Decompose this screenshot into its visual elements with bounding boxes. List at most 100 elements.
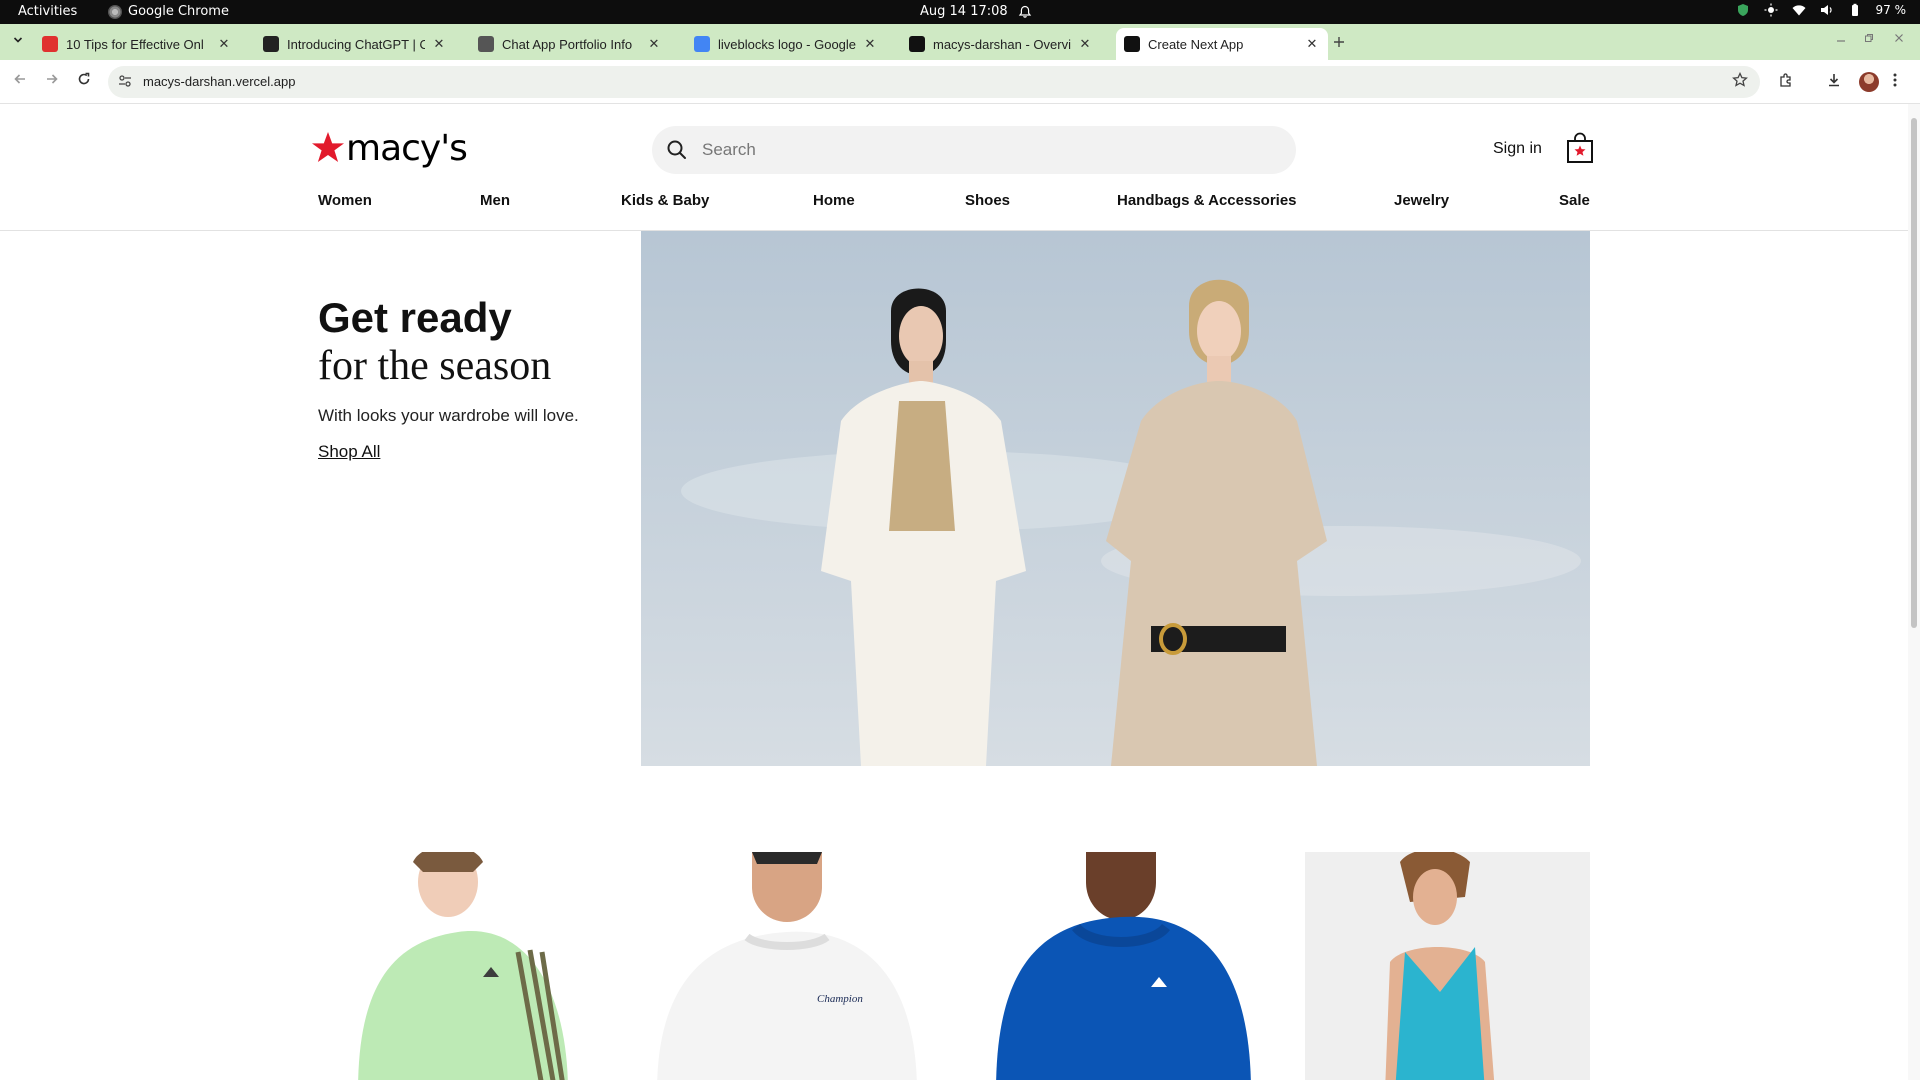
tab-chat-app-portfolio[interactable]: Chat App Portfolio Info ✕: [470, 28, 670, 60]
activities-button[interactable]: Activities: [18, 4, 77, 19]
page-scrollbar[interactable]: [1908, 104, 1920, 1080]
clock[interactable]: Aug 14 17:08: [920, 4, 1032, 19]
search-input[interactable]: [702, 138, 1262, 162]
battery-percent: 97 %: [1875, 3, 1907, 17]
browser-toolbar: macys-darshan.vercel.app: [0, 60, 1920, 104]
site-info-icon[interactable]: [118, 74, 132, 91]
arrow-left-icon: [14, 74, 25, 84]
tab-liveblocks-logo[interactable]: liveblocks logo - Google ✕: [686, 28, 886, 60]
tab-favicon-icon: [42, 36, 58, 52]
nav-jewelry[interactable]: Jewelry: [1394, 192, 1449, 209]
arrow-right-icon: [47, 74, 58, 84]
nav-shoes[interactable]: Shoes: [965, 192, 1010, 209]
plus-icon: [1334, 37, 1344, 47]
tab-favicon-icon: [263, 36, 279, 52]
green-hoodie-image: [358, 852, 568, 1080]
nav-home[interactable]: Home: [813, 192, 855, 209]
tab-create-next-app[interactable]: Create Next App ✕: [1116, 28, 1328, 60]
restore-button[interactable]: [1864, 32, 1874, 46]
battery-icon: [1851, 3, 1858, 16]
product-grid: Champion: [318, 852, 1590, 1080]
wifi-icon: [1792, 5, 1805, 16]
nav-men[interactable]: Men: [480, 192, 510, 209]
tab-title: liveblocks logo - Google: [718, 36, 856, 52]
tab-introducing-chatgpt[interactable]: Introducing ChatGPT | O ✕: [255, 28, 455, 60]
hero-title: Get ready: [318, 294, 512, 341]
product-card-white-sweatshirt[interactable]: Champion: [647, 852, 932, 1080]
brightness-icon: [1764, 3, 1777, 17]
system-top-bar: Activities Google Chrome Aug 14 17:08 97…: [0, 0, 1920, 24]
logo-wordmark: macy's: [346, 128, 468, 169]
close-icon: [1895, 34, 1903, 42]
tab-title: macys-darshan - Overvie: [933, 36, 1071, 52]
scrollbar-thumb[interactable]: [1911, 118, 1917, 628]
tab-search-button[interactable]: [8, 32, 28, 52]
new-tab-button[interactable]: [1333, 32, 1345, 53]
reload-icon: [78, 72, 90, 85]
tab-macys-darshan-overview[interactable]: macys-darshan - Overvie ✕: [901, 28, 1101, 60]
clock-text: Aug 14 17:08: [920, 4, 1008, 19]
back-button[interactable]: [10, 72, 30, 92]
hero-text: Get ready for the season With looks your…: [318, 294, 579, 462]
tab-title: Chat App Portfolio Info: [502, 36, 633, 52]
url-text[interactable]: macys-darshan.vercel.app: [143, 74, 295, 89]
turquoise-dress-image: [1385, 852, 1495, 1080]
nav-handbags-accessories[interactable]: Handbags & Accessories: [1117, 192, 1297, 209]
chevron-down-icon: [13, 37, 23, 43]
tab-title: Create Next App: [1148, 36, 1244, 52]
download-icon[interactable]: [1826, 72, 1842, 92]
main-navigation: Women Men Kids & Baby Home Shoes Handbag…: [318, 192, 1590, 222]
app-menu[interactable]: Google Chrome: [108, 4, 229, 19]
web-page: macy's Sign in Women Men Kids & Baby Hom…: [0, 104, 1920, 1080]
product-card-blue-hoodie[interactable]: [976, 852, 1261, 1080]
nav-sale[interactable]: Sale: [1559, 192, 1590, 209]
nav-kids-baby[interactable]: Kids & Baby: [621, 192, 709, 209]
product-card-turquoise-dress[interactable]: [1305, 852, 1590, 1080]
tab-close-icon[interactable]: ✕: [1077, 36, 1093, 52]
system-tray[interactable]: 97 %: [1736, 3, 1907, 17]
shopping-bag-icon[interactable]: [1566, 132, 1594, 164]
white-sweatshirt-image: Champion: [657, 852, 917, 1080]
hero-subtitle: for the season: [318, 343, 552, 389]
sign-in-link[interactable]: Sign in: [1493, 140, 1542, 158]
profile-avatar[interactable]: [1859, 72, 1879, 92]
svg-text:Champion: Champion: [817, 993, 863, 1005]
tab-close-icon[interactable]: ✕: [1304, 36, 1320, 52]
tab-title: 10 Tips for Effective Onl: [66, 36, 204, 52]
tab-close-icon[interactable]: ✕: [431, 36, 447, 52]
hero-models-illustration: [641, 231, 1590, 766]
tab-close-icon[interactable]: ✕: [216, 36, 232, 52]
hero-image[interactable]: [641, 231, 1590, 766]
nav-women[interactable]: Women: [318, 192, 372, 209]
minimize-icon: [1837, 40, 1845, 42]
restore-icon: [1865, 34, 1873, 42]
shop-all-link[interactable]: Shop All: [318, 442, 380, 462]
tab-favicon-icon: [909, 36, 925, 52]
tab-close-icon[interactable]: ✕: [646, 36, 662, 52]
bell-icon: [1018, 5, 1031, 18]
menu-kebab-icon[interactable]: [1893, 72, 1897, 92]
search-icon: [667, 140, 686, 159]
minimize-button[interactable]: [1836, 32, 1846, 46]
tab-close-icon[interactable]: ✕: [862, 36, 878, 52]
bookmark-star-icon[interactable]: [1732, 71, 1748, 93]
tab-title: Introducing ChatGPT | O: [287, 36, 425, 52]
close-window-button[interactable]: [1894, 32, 1904, 46]
reload-button[interactable]: [74, 72, 94, 92]
tab-favicon-icon: [694, 36, 710, 52]
forward-button[interactable]: [42, 72, 62, 92]
app-name: Google Chrome: [128, 4, 229, 19]
tab-favicon-icon: [478, 36, 494, 52]
tab-favicon-icon: [1124, 36, 1140, 52]
macys-logo[interactable]: macy's: [310, 128, 468, 169]
extensions-icon[interactable]: [1778, 72, 1794, 92]
chrome-icon: [108, 4, 122, 19]
blue-hoodie-image: [996, 852, 1251, 1080]
shield-icon: [1737, 4, 1748, 16]
search-bar[interactable]: [652, 126, 1296, 174]
tab-strip: 10 Tips for Effective Onl ✕ Introducing Ch…: [0, 24, 1920, 60]
tab-tips-online[interactable]: 10 Tips for Effective Onl ✕: [34, 28, 240, 60]
product-card-green-hoodie[interactable]: [318, 852, 603, 1080]
address-bar[interactable]: macys-darshan.vercel.app: [108, 66, 1760, 98]
macys-star-icon: [312, 131, 344, 162]
